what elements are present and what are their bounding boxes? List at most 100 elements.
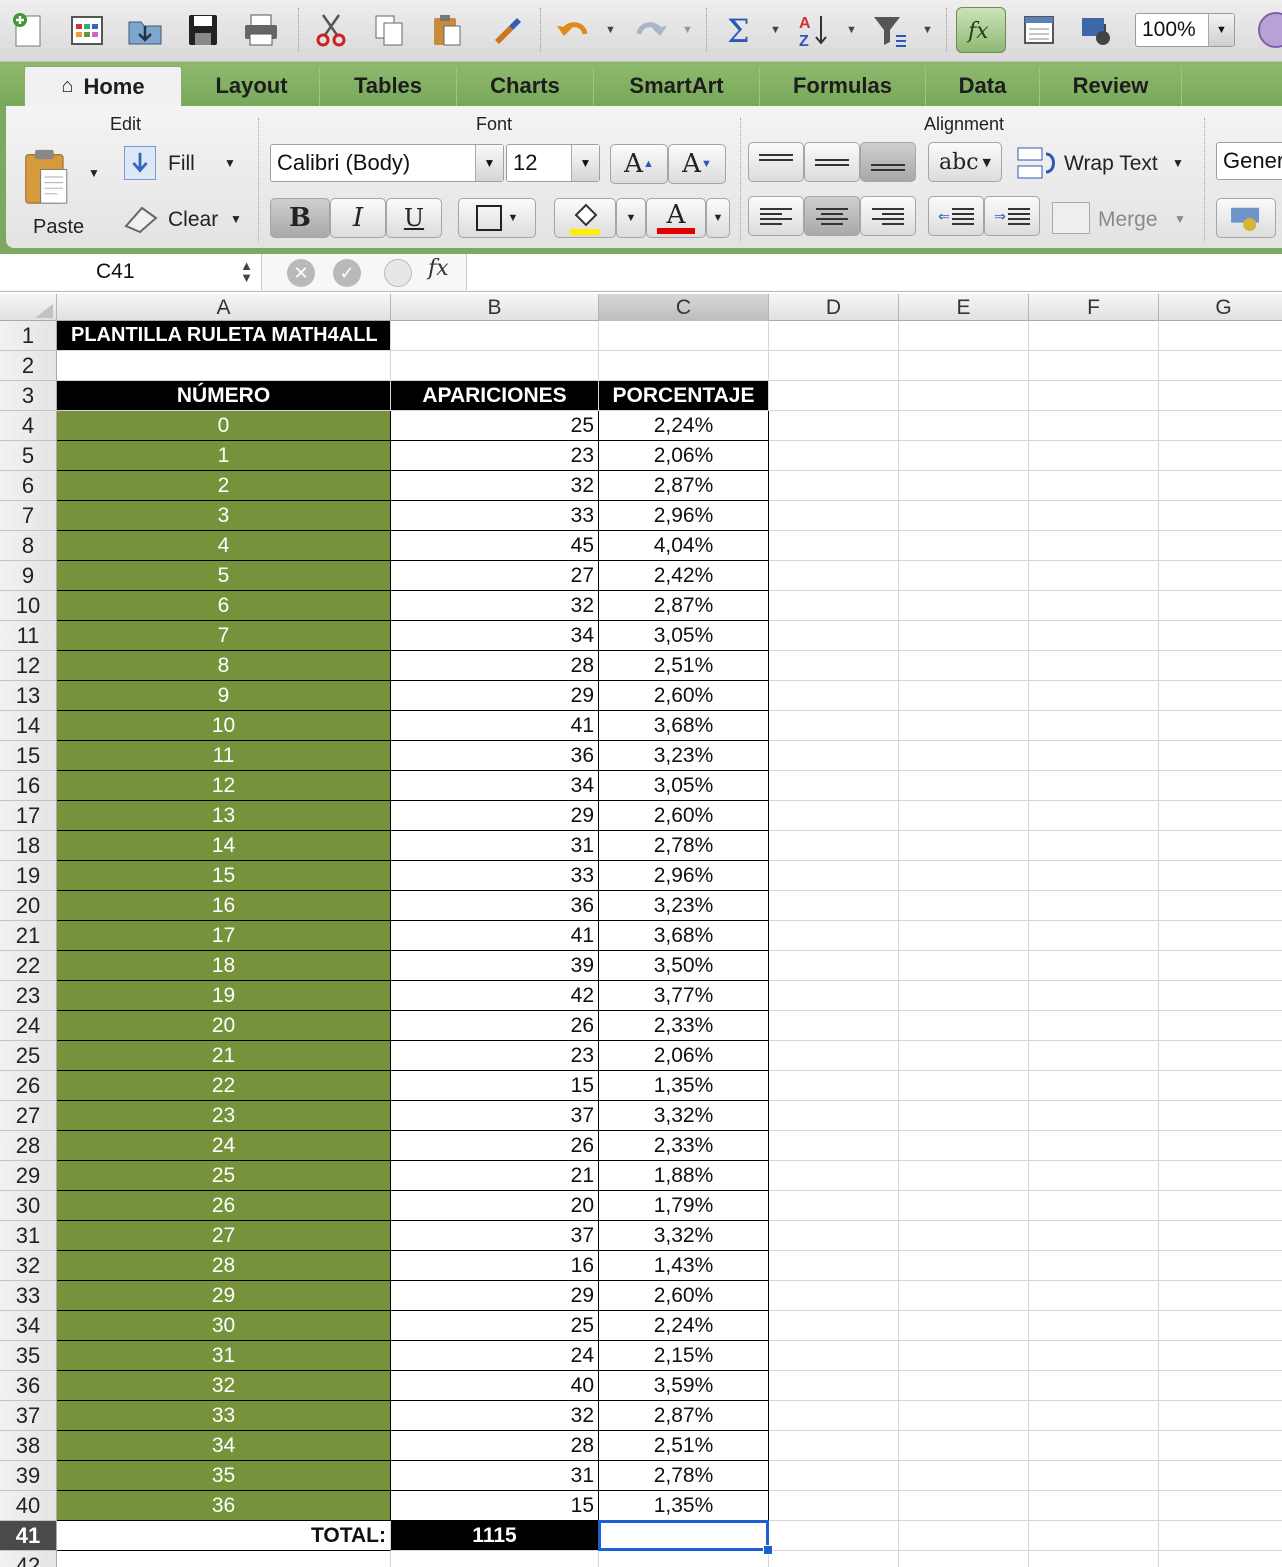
row-header[interactable]: 21 — [0, 921, 57, 951]
empty-cell[interactable] — [1029, 1221, 1159, 1251]
undo-dropdown-icon[interactable]: ▼ — [605, 24, 616, 36]
fill-down-icon[interactable] — [124, 146, 156, 180]
empty-cell[interactable] — [769, 321, 899, 351]
empty-cell[interactable] — [1159, 1491, 1282, 1521]
empty-cell[interactable] — [1029, 861, 1159, 891]
empty-cell[interactable] — [1159, 1431, 1282, 1461]
redo-icon[interactable] — [628, 7, 674, 53]
column-title-cell[interactable]: PORCENTAJE — [599, 381, 769, 411]
filter-dropdown-icon[interactable]: ▼ — [922, 24, 933, 36]
underline-button[interactable]: U — [386, 198, 442, 238]
apariciones-cell[interactable]: 29 — [391, 1281, 599, 1311]
apariciones-cell[interactable]: 28 — [391, 651, 599, 681]
empty-cell[interactable] — [899, 381, 1029, 411]
fill-button[interactable]: Fill — [168, 152, 195, 176]
wrap-text-dropdown-icon[interactable]: ▼ — [1172, 156, 1184, 170]
numero-cell[interactable]: 8 — [57, 651, 391, 681]
empty-cell[interactable] — [769, 621, 899, 651]
empty-cell[interactable] — [1029, 321, 1159, 351]
empty-cell[interactable] — [1159, 561, 1282, 591]
apariciones-cell[interactable]: 16 — [391, 1251, 599, 1281]
numero-cell[interactable]: 0 — [57, 411, 391, 441]
empty-cell[interactable] — [899, 1161, 1029, 1191]
porcentaje-cell[interactable]: 1,35% — [599, 1491, 769, 1521]
numero-cell[interactable]: 15 — [57, 861, 391, 891]
empty-cell[interactable] — [1159, 771, 1282, 801]
apariciones-cell[interactable]: 45 — [391, 531, 599, 561]
row-header[interactable]: 3 — [0, 381, 57, 411]
empty-cell[interactable] — [899, 1461, 1029, 1491]
merge-button[interactable]: Merge — [1098, 208, 1158, 232]
empty-cell[interactable] — [1159, 1521, 1282, 1551]
empty-cell[interactable] — [1029, 1521, 1159, 1551]
empty-cell[interactable] — [769, 651, 899, 681]
empty-cell[interactable] — [391, 1551, 599, 1567]
empty-cell[interactable] — [1159, 1101, 1282, 1131]
row-header[interactable]: 13 — [0, 681, 57, 711]
empty-cell[interactable] — [599, 351, 769, 381]
porcentaje-cell[interactable]: 2,87% — [599, 471, 769, 501]
column-title-cell[interactable]: APARICIONES — [391, 381, 599, 411]
apariciones-cell[interactable]: 32 — [391, 591, 599, 621]
empty-cell[interactable] — [1159, 891, 1282, 921]
paste-dropdown-icon[interactable]: ▼ — [88, 166, 100, 180]
row-header[interactable]: 12 — [0, 651, 57, 681]
empty-cell[interactable] — [1029, 951, 1159, 981]
empty-cell[interactable] — [899, 591, 1029, 621]
eraser-icon[interactable] — [122, 204, 160, 234]
empty-cell[interactable] — [1029, 681, 1159, 711]
numero-cell[interactable]: 11 — [57, 741, 391, 771]
row-header[interactable]: 5 — [0, 441, 57, 471]
empty-cell[interactable] — [1159, 1161, 1282, 1191]
empty-cell[interactable] — [1029, 1251, 1159, 1281]
format-brush-icon[interactable] — [482, 7, 528, 53]
numero-cell[interactable]: 7 — [57, 621, 391, 651]
empty-cell[interactable] — [1159, 1371, 1282, 1401]
porcentaje-cell[interactable]: 2,60% — [599, 681, 769, 711]
empty-cell[interactable] — [1029, 1281, 1159, 1311]
apariciones-cell[interactable]: 26 — [391, 1011, 599, 1041]
help-icon[interactable] — [1258, 12, 1282, 48]
empty-cell[interactable] — [1159, 1281, 1282, 1311]
apariciones-cell[interactable]: 37 — [391, 1101, 599, 1131]
empty-cell[interactable] — [899, 681, 1029, 711]
empty-cell[interactable] — [1029, 561, 1159, 591]
row-header[interactable]: 25 — [0, 1041, 57, 1071]
empty-cell[interactable] — [1159, 351, 1282, 381]
align-top-button[interactable] — [748, 142, 804, 182]
row-header[interactable]: 37 — [0, 1401, 57, 1431]
bold-button[interactable]: B — [270, 198, 330, 238]
empty-cell[interactable] — [1029, 1311, 1159, 1341]
row-header[interactable]: 1 — [0, 321, 57, 351]
empty-cell[interactable] — [769, 1191, 899, 1221]
empty-cell[interactable] — [1159, 1191, 1282, 1221]
column-header-g[interactable]: G — [1159, 294, 1282, 321]
empty-cell[interactable] — [391, 351, 599, 381]
numero-cell[interactable]: 31 — [57, 1341, 391, 1371]
apariciones-cell[interactable]: 24 — [391, 1341, 599, 1371]
merge-dropdown-icon[interactable]: ▼ — [1174, 212, 1186, 226]
empty-cell[interactable] — [1029, 531, 1159, 561]
empty-cell[interactable] — [899, 1431, 1029, 1461]
borders-button[interactable]: ▼ — [458, 198, 536, 238]
empty-cell[interactable] — [1029, 1011, 1159, 1041]
numero-cell[interactable]: 34 — [57, 1431, 391, 1461]
row-header[interactable]: 38 — [0, 1431, 57, 1461]
porcentaje-cell[interactable]: 2,87% — [599, 1401, 769, 1431]
empty-cell[interactable] — [769, 1161, 899, 1191]
row-header[interactable]: 10 — [0, 591, 57, 621]
row-header[interactable]: 4 — [0, 411, 57, 441]
porcentaje-cell[interactable]: 3,05% — [599, 621, 769, 651]
apariciones-cell[interactable]: 42 — [391, 981, 599, 1011]
row-header[interactable]: 28 — [0, 1131, 57, 1161]
apariciones-cell[interactable]: 25 — [391, 411, 599, 441]
empty-cell[interactable] — [1029, 411, 1159, 441]
numero-cell[interactable]: 35 — [57, 1461, 391, 1491]
empty-cell[interactable] — [1159, 1221, 1282, 1251]
empty-cell[interactable] — [1029, 891, 1159, 921]
apariciones-cell[interactable]: 15 — [391, 1071, 599, 1101]
numero-cell[interactable]: 32 — [57, 1371, 391, 1401]
apariciones-cell[interactable]: 21 — [391, 1161, 599, 1191]
undo-icon[interactable] — [550, 7, 596, 53]
porcentaje-cell[interactable]: 3,50% — [599, 951, 769, 981]
